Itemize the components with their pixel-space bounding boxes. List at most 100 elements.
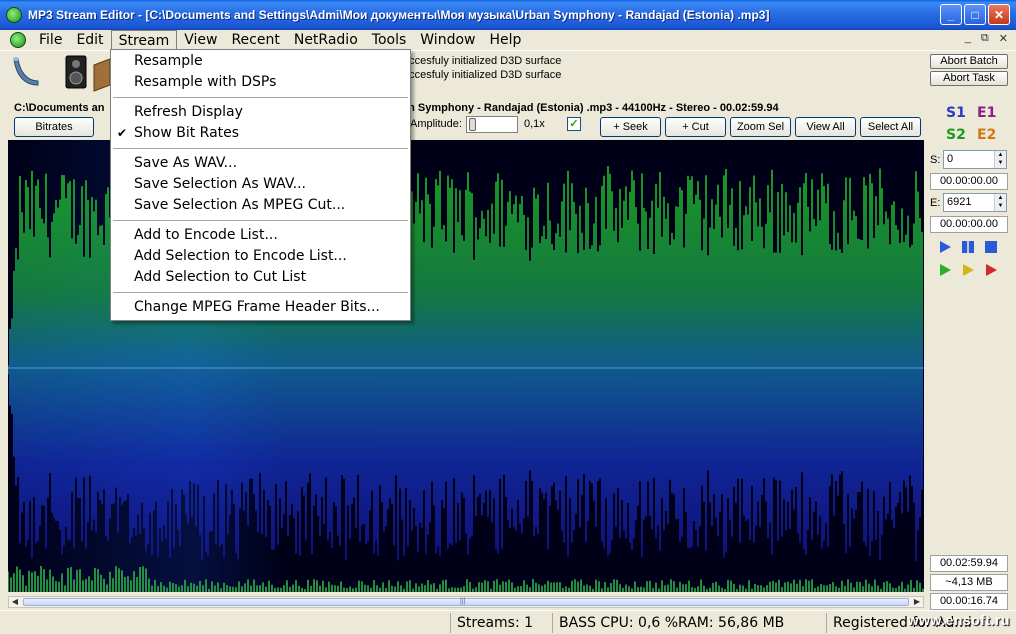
menu-item-show-bit-rates[interactable]: ✔ Show Bit Rates <box>111 123 410 144</box>
menu-separator <box>113 97 408 98</box>
play-yellow-icon[interactable] <box>961 263 975 277</box>
duration-time: 00.02:59.94 <box>930 555 1008 572</box>
mdi-minimize-button[interactable]: _ <box>965 32 971 45</box>
file-path: C:\Documents an <box>14 102 105 114</box>
menu-separator <box>113 292 408 293</box>
e2-marker-button[interactable]: E2 <box>977 127 996 143</box>
play-icon[interactable] <box>938 240 952 254</box>
menu-bar: File Edit Stream View Recent NetRadio To… <box>0 30 1016 50</box>
end-spinner[interactable]: ▲ ▼ <box>994 194 1006 211</box>
menu-view[interactable]: View <box>177 30 224 50</box>
start-input[interactable]: 0 ▲ ▼ <box>943 150 1007 169</box>
play-red-icon[interactable] <box>984 263 998 277</box>
speaker-icon[interactable] <box>58 53 94 91</box>
file-info: an Symphony - Randajad (Estonia) .mp3 - … <box>402 102 779 114</box>
amplitude-slider[interactable] <box>466 116 518 133</box>
stream-menu-dropdown: Resample Resample with DSPs Refresh Disp… <box>110 49 411 321</box>
menu-item-save-wav[interactable]: Save As WAV... <box>111 153 410 174</box>
amplitude-checkbox[interactable]: ✓ <box>567 117 581 131</box>
scroll-left-arrow[interactable]: ◀ <box>9 597 21 607</box>
menu-item-label: Change MPEG Frame Header Bits... <box>134 299 380 315</box>
title-bar[interactable]: MP3 Stream Editor - [C:\Documents and Se… <box>0 0 1016 30</box>
menu-item-save-selection-wav[interactable]: Save Selection As WAV... <box>111 174 410 195</box>
window-controls: _ □ ✕ <box>940 4 1010 25</box>
position-time: 00.00:16.74 <box>930 593 1008 610</box>
menu-item-label: Save Selection As MPEG Cut... <box>134 197 346 213</box>
menu-recent[interactable]: Recent <box>224 30 286 50</box>
status-bar: Streams: 1 BASS CPU: 0,6 %RAM: 56,86 MB … <box>0 610 1016 634</box>
amplitude-thumb[interactable] <box>469 118 476 131</box>
s2-marker-button[interactable]: S2 <box>946 127 966 143</box>
menu-tools[interactable]: Tools <box>365 30 414 50</box>
view-all-button[interactable]: View All <box>795 117 856 137</box>
end-value: 6921 <box>947 196 972 208</box>
menu-item-save-selection-mpeg[interactable]: Save Selection As MPEG Cut... <box>111 195 410 216</box>
e1-marker-button[interactable]: E1 <box>977 105 996 121</box>
cpu-ram-status: BASS CPU: 0,6 %RAM: 56,86 MB <box>552 613 824 633</box>
menu-item-add-selection-encode[interactable]: Add Selection to Encode List... <box>111 246 410 267</box>
horizontal-scrollbar[interactable]: ◀ ||| ▶ <box>8 596 924 608</box>
box-icon[interactable] <box>92 57 112 95</box>
menu-item-add-selection-cut[interactable]: Add Selection to Cut List <box>111 267 410 288</box>
log-line: uccesfuly initialized D3D surface <box>403 55 562 67</box>
bitrates-button[interactable]: Bitrates <box>14 117 94 137</box>
pause-icon[interactable] <box>961 240 975 254</box>
menu-item-resample[interactable]: Resample <box>111 51 410 72</box>
checkmark-icon: ✔ <box>117 126 128 140</box>
scroll-right-arrow[interactable]: ▶ <box>911 597 923 607</box>
menu-item-label: Refresh Display <box>134 104 243 120</box>
menu-netradio[interactable]: NetRadio <box>287 30 365 50</box>
selection-panel: S1 E1 S2 E2 S: 0 ▲ ▼ 00.00:00.00 E: 6921 … <box>928 100 1010 610</box>
menu-separator <box>113 148 408 149</box>
menu-file[interactable]: File <box>32 30 69 50</box>
document-icon[interactable] <box>10 32 26 48</box>
menu-window[interactable]: Window <box>413 30 482 50</box>
minimize-button[interactable]: _ <box>940 4 962 25</box>
window-title: MP3 Stream Editor - [C:\Documents and Se… <box>28 8 770 22</box>
menu-item-label: Add Selection to Encode List... <box>134 248 347 264</box>
zoom-sel-button[interactable]: Zoom Sel <box>730 117 791 137</box>
mdi-controls: _ ⧉ ✕ <box>965 32 1008 45</box>
amplitude-value: 0,1x <box>524 118 545 130</box>
end-time: 00.00:00.00 <box>930 216 1008 233</box>
file-size: ~4,13 MB <box>930 574 1008 591</box>
cut-button[interactable]: + Cut <box>665 117 726 137</box>
close-button[interactable]: ✕ <box>988 4 1010 25</box>
menu-item-label: Save Selection As WAV... <box>134 176 306 192</box>
start-label: S: <box>930 154 941 166</box>
menu-separator <box>113 220 408 221</box>
menu-help[interactable]: Help <box>482 30 528 50</box>
menu-item-label: Resample <box>134 53 203 69</box>
menu-item-label: Show Bit Rates <box>134 125 240 141</box>
log-line: uccesfuly initialized D3D surface <box>403 69 562 81</box>
play-green-icon[interactable] <box>938 263 952 277</box>
s1-marker-button[interactable]: S1 <box>946 105 966 121</box>
start-time: 00.00:00.00 <box>930 173 1008 190</box>
menu-item-label: Save As WAV... <box>134 155 238 171</box>
end-input[interactable]: 6921 ▲ ▼ <box>943 193 1007 212</box>
scrollbar-grip-icon: ||| <box>460 598 466 605</box>
maximize-button[interactable]: □ <box>964 4 986 25</box>
end-label: E: <box>930 197 941 209</box>
select-all-button[interactable]: Select All <box>860 117 921 137</box>
menu-stream[interactable]: Stream <box>110 30 178 50</box>
mdi-restore-button[interactable]: ⧉ <box>981 32 989 45</box>
menu-item-resample-dsps[interactable]: Resample with DSPs <box>111 72 410 93</box>
menu-item-change-mpeg-header[interactable]: Change MPEG Frame Header Bits... <box>111 297 410 318</box>
mdi-close-button[interactable]: ✕ <box>999 32 1008 45</box>
app-icon[interactable] <box>6 7 22 23</box>
menu-edit[interactable]: Edit <box>69 30 110 50</box>
scrollbar-thumb[interactable] <box>23 598 909 606</box>
menu-item-refresh-display[interactable]: Refresh Display <box>111 102 410 123</box>
abort-batch-button[interactable]: Abort Batch <box>930 54 1008 69</box>
menu-item-label: Add Selection to Cut List <box>134 269 307 285</box>
amplitude-label: Amplitude: <box>410 118 462 130</box>
log-panel: uccesfuly initialized D3D surface uccesf… <box>403 54 561 82</box>
seek-button[interactable]: + Seek <box>600 117 661 137</box>
menu-item-label: Add to Encode List... <box>134 227 278 243</box>
abort-task-button[interactable]: Abort Task <box>930 71 1008 86</box>
horn-icon[interactable] <box>8 53 44 91</box>
start-spinner[interactable]: ▲ ▼ <box>994 151 1006 168</box>
menu-item-add-encode-list[interactable]: Add to Encode List... <box>111 225 410 246</box>
stop-icon[interactable] <box>984 240 998 254</box>
